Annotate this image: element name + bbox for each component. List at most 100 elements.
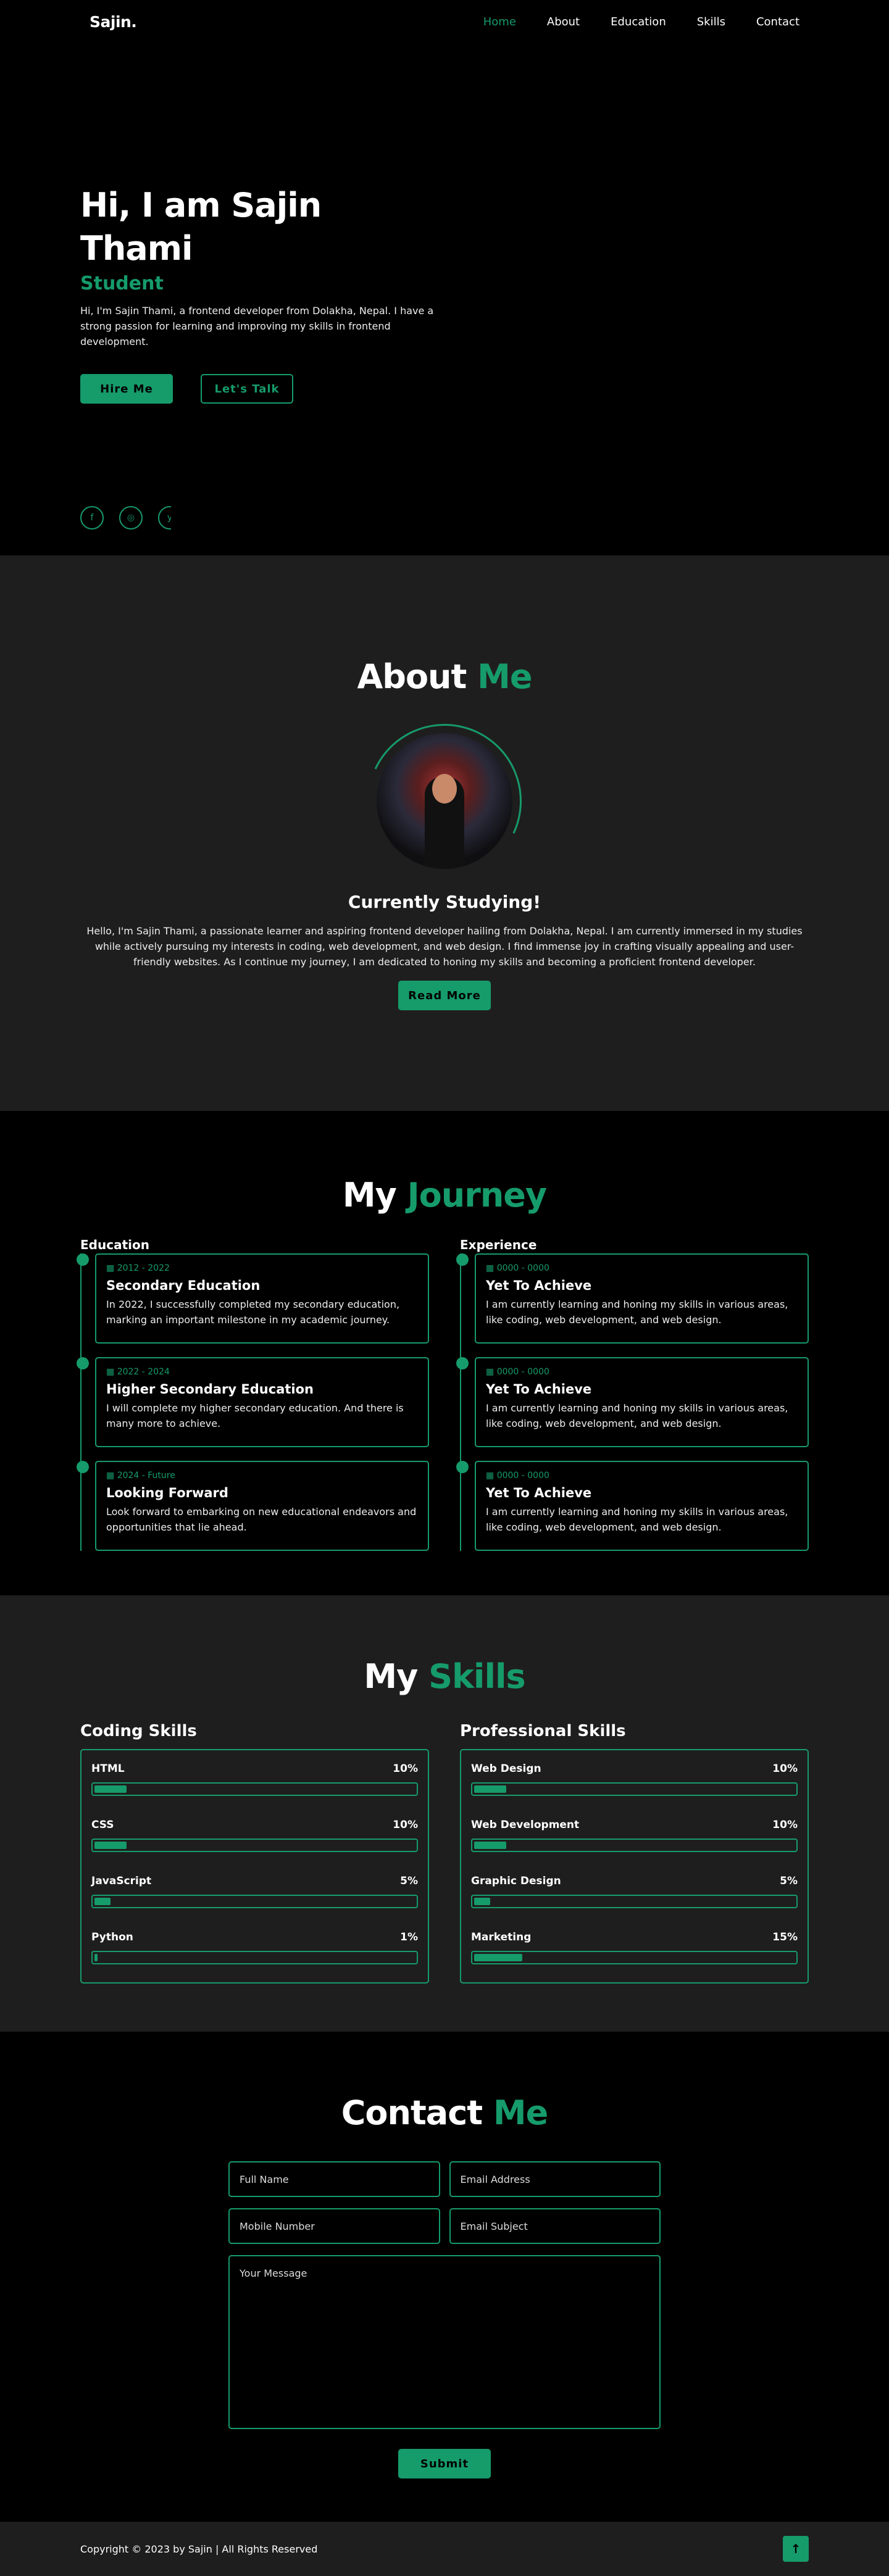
social-links: f ◎ y (80, 506, 171, 530)
full-name-input[interactable]: Full Name (228, 2161, 440, 2197)
copyright-text: Copyright © 2023 by Sajin | All Rights R… (80, 2543, 318, 2555)
nav-skills[interactable]: Skills (697, 15, 725, 28)
timeline-dot (77, 1253, 89, 1266)
skill-row: Web Design 10% (471, 1759, 798, 1815)
nav-contact[interactable]: Contact (756, 15, 799, 28)
skill-name: Graphic Design (471, 1875, 561, 1887)
card-text: I am currently learning and honing my sk… (486, 1298, 788, 1326)
subject-input[interactable]: Email Subject (449, 2208, 661, 2244)
skill-fill (474, 1898, 490, 1905)
skill-row: Python 1% (91, 1927, 418, 1984)
skill-pct: 1% (400, 1931, 418, 1943)
skill-name: HTML (91, 1763, 125, 1775)
timeline-card: ▦ 0000 - 0000 Yet To Achieve I am curren… (456, 1357, 809, 1447)
skill-pct: 10% (772, 1763, 798, 1775)
mobile-input[interactable]: Mobile Number (228, 2208, 440, 2244)
facebook-icon[interactable]: f (80, 506, 104, 530)
journey-title: My Journey (0, 1176, 889, 1215)
skills-title-accent: Skills (428, 1657, 525, 1696)
timeline-card: ▦ 2022 - 2024 Higher Secondary Education… (77, 1357, 429, 1447)
skill-bar (91, 1839, 418, 1852)
about-title-accent: Me (477, 657, 532, 696)
submit-button[interactable]: Submit (398, 2449, 491, 2478)
hero-section: Hi, I am Sajin Thami Student Hi, I'm Saj… (0, 0, 889, 555)
education-label: Education (80, 1237, 149, 1252)
card-title: Secondary Education (106, 1278, 261, 1293)
journey-title-accent: Journey (407, 1176, 548, 1215)
hero-content: Hi, I am Sajin Thami Student Hi, I'm Saj… (80, 184, 438, 404)
about-text: Hello, I'm Sajin Thami, a passionate lea… (86, 925, 803, 968)
skill-name: Marketing (471, 1931, 532, 1943)
contact-title-accent: Me (493, 2093, 548, 2132)
skill-name: JavaScript (91, 1875, 152, 1887)
card-date: ▦ 0000 - 0000 (486, 1263, 549, 1273)
card-date: ▦ 2012 - 2022 (106, 1263, 170, 1273)
read-more-button[interactable]: Read More (398, 981, 491, 1010)
card-title: Yet To Achieve (486, 1382, 592, 1397)
timeline-dot (456, 1253, 469, 1266)
profile-photo (345, 702, 544, 900)
skill-bar (91, 1895, 418, 1908)
timeline-card: ▦ 0000 - 0000 Yet To Achieve I am curren… (456, 1461, 809, 1551)
skill-bar (471, 1839, 798, 1852)
education-column: Education ▦ 2012 - 2022 Secondary Educat… (77, 1237, 429, 1551)
hero-role: Student (80, 273, 164, 294)
about-title-word: About (357, 657, 467, 696)
coding-skills: Coding Skills HTML 10% CSS 10% JavaScript 5… (80, 1722, 429, 1984)
timeline-card: ▦ 2024 - Future Looking Forward Look for… (77, 1461, 429, 1551)
skill-fill (94, 1842, 127, 1849)
message-textarea[interactable]: Your Message (228, 2255, 661, 2429)
skills-title: My Skills (0, 1657, 889, 1696)
skill-name: CSS (91, 1819, 114, 1831)
card-title: Yet To Achieve (486, 1278, 592, 1293)
skill-fill (94, 1898, 111, 1905)
scroll-top-icon[interactable]: ↑ (783, 2536, 809, 2562)
timeline-dot (456, 1461, 469, 1473)
lets-talk-button[interactable]: Let's Talk (201, 374, 293, 404)
experience-timeline: ▦ 0000 - 0000 Yet To Achieve I am curren… (456, 1253, 809, 1551)
professional-skills: Professional Skills Web Design 10% Web De… (460, 1722, 809, 1984)
timeline-card: ▦ 2012 - 2022 Secondary Education In 202… (77, 1253, 429, 1344)
skill-row: Marketing 15% (471, 1927, 798, 1984)
skill-bar (471, 1782, 798, 1796)
skill-fill (474, 1954, 522, 1961)
skill-row: HTML 10% (91, 1759, 418, 1815)
hire-me-button[interactable]: Hire Me (80, 374, 173, 404)
nav-about[interactable]: About (547, 15, 580, 28)
main-nav: Home About Education Skills Contact (483, 15, 799, 28)
skill-bar (471, 1951, 798, 1964)
nav-home[interactable]: Home (483, 15, 516, 28)
card-text: I will complete my higher secondary educ… (106, 1402, 404, 1429)
skill-fill (474, 1785, 506, 1793)
contact-form: Full Name Email Address Mobile Number Em… (228, 2161, 661, 2478)
nav-education[interactable]: Education (611, 15, 666, 28)
card-text: I am currently learning and honing my sk… (486, 1506, 788, 1533)
card-date: ▦ 2022 - 2024 (106, 1367, 170, 1377)
instagram-icon[interactable]: ◎ (119, 506, 143, 530)
contact-section: Contact Me Full Name Email Address Mobil… (0, 2032, 889, 2522)
card-text: In 2022, I successfully completed my sec… (106, 1298, 400, 1326)
about-section: About Me Currently Studying! Hello, I'm … (0, 555, 889, 1111)
experience-label: Experience (460, 1237, 537, 1252)
journey-title-word: My (342, 1176, 397, 1215)
skill-row: JavaScript 5% (91, 1871, 418, 1927)
skill-fill (94, 1785, 127, 1793)
skill-bar (91, 1782, 418, 1796)
about-heading: Currently Studying! (348, 892, 541, 912)
skill-bar (471, 1895, 798, 1908)
youtube-icon[interactable]: y (158, 506, 171, 530)
education-timeline: ▦ 2012 - 2022 Secondary Education In 202… (77, 1253, 429, 1551)
logo[interactable]: Sajin. (90, 13, 137, 31)
site-footer: Copyright © 2023 by Sajin | All Rights R… (0, 2522, 889, 2576)
card-title: Looking Forward (106, 1485, 228, 1500)
card-text: I am currently learning and honing my sk… (486, 1402, 788, 1429)
skill-name: Python (91, 1931, 133, 1943)
skill-pct: 15% (772, 1931, 798, 1943)
skill-fill (94, 1954, 98, 1961)
about-title: About Me (0, 657, 889, 696)
skill-name: Web Design (471, 1763, 541, 1775)
skill-pct: 10% (393, 1763, 418, 1775)
skill-row: CSS 10% (91, 1815, 418, 1871)
skills-title-word: My (364, 1657, 418, 1696)
email-input[interactable]: Email Address (449, 2161, 661, 2197)
